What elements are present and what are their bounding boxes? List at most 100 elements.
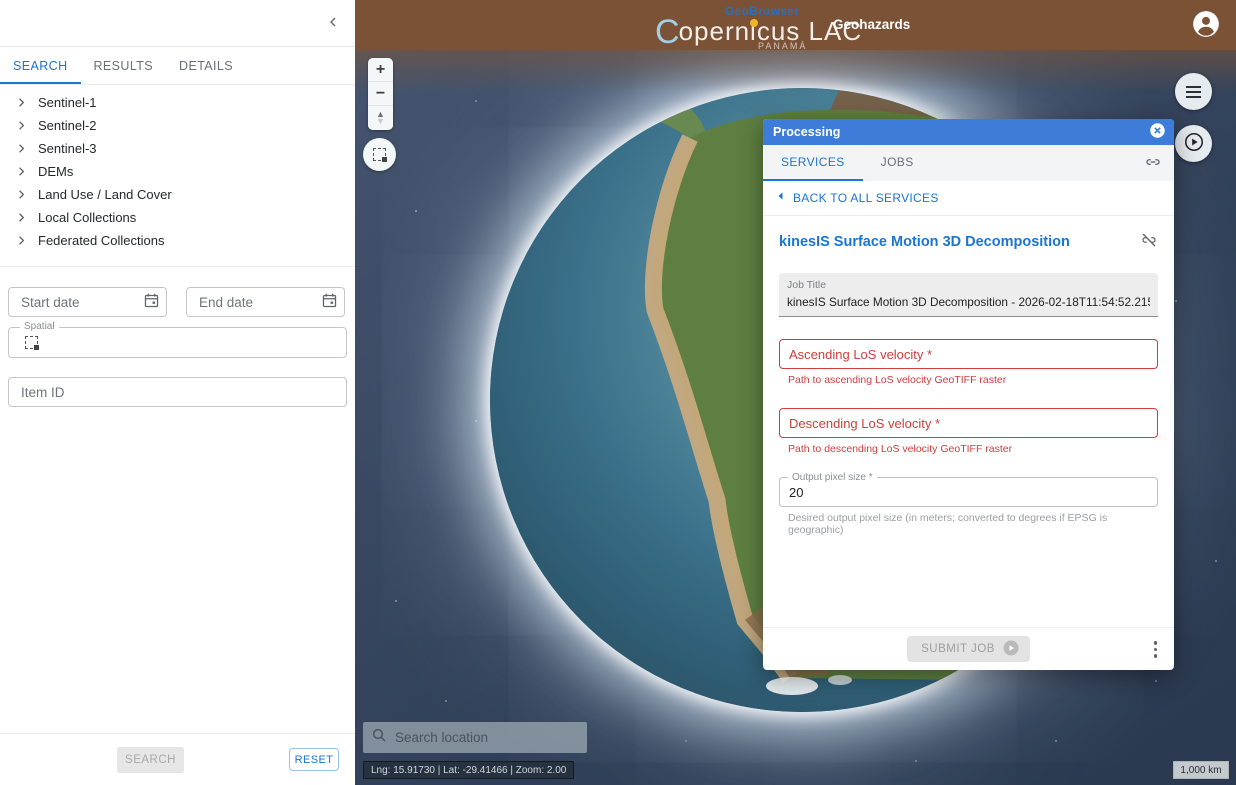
chevron-right-icon (13, 118, 29, 134)
tab-details[interactable]: DETAILS (166, 49, 246, 84)
spatial-label: Spatial (20, 321, 59, 332)
tab-results[interactable]: RESULTS (81, 49, 167, 84)
close-icon (1149, 122, 1166, 142)
chevron-right-icon (13, 233, 29, 249)
submit-job-button[interactable]: SUBMIT JOB (907, 636, 1030, 662)
collection-land-use[interactable]: Land Use / Land Cover (0, 183, 355, 206)
chevron-left-icon (325, 14, 341, 33)
ascending-los-label: Ascending LoS velocity * (789, 347, 932, 362)
submit-job-label: SUBMIT JOB (921, 643, 995, 655)
collection-federated[interactable]: Federated Collections (0, 229, 355, 252)
map-scale: 1,000 km (1173, 761, 1229, 779)
start-date-field (8, 287, 167, 317)
collection-label: Sentinel-3 (38, 141, 97, 156)
collection-label: Local Collections (38, 210, 136, 225)
coordinates-readout: Lng: 15.91730 | Lat: -29.41466 | Zoom: 2… (363, 761, 574, 779)
output-pixel-size-label: Output pixel size * (788, 472, 877, 483)
descending-los-field-block: Descending LoS velocity * Path to descen… (779, 408, 1158, 455)
zoom-out-button[interactable]: − (368, 82, 393, 106)
dialog-tabs: SERVICES JOBS (763, 145, 1174, 181)
spatial-box (8, 327, 347, 358)
descending-los-input[interactable]: Descending LoS velocity * (779, 408, 1158, 438)
satellite-dot-icon (750, 19, 758, 27)
start-date-input[interactable] (21, 295, 143, 310)
reset-button[interactable]: RESET (289, 748, 339, 771)
more-options-button[interactable] (1151, 638, 1161, 661)
zoom-in-button[interactable]: + (368, 58, 393, 82)
job-title-value: kinesIS Surface Motion 3D Decomposition … (787, 295, 1150, 309)
panama-label: PANAMÁ (758, 41, 807, 51)
dialog-title: Processing (773, 125, 1149, 139)
descending-los-label: Descending LoS velocity * (789, 416, 940, 431)
account-icon (1192, 10, 1220, 41)
tab-jobs[interactable]: JOBS (863, 145, 932, 181)
collapse-sidebar-button[interactable] (325, 14, 341, 33)
tab-services[interactable]: SERVICES (763, 145, 863, 181)
tab-search[interactable]: SEARCH (0, 49, 81, 84)
copy-link-button[interactable] (1144, 145, 1162, 181)
collection-label: Land Use / Land Cover (38, 187, 172, 202)
back-to-services-link[interactable]: BACK TO ALL SERVICES (763, 181, 1174, 216)
end-date-calendar-button[interactable] (321, 292, 338, 312)
collection-sentinel-1[interactable]: Sentinel-1 (0, 91, 355, 114)
output-pixel-size-field: Output pixel size * (779, 477, 1158, 507)
calendar-icon (143, 292, 160, 312)
header-fade (355, 50, 1236, 92)
collection-label: Sentinel-2 (38, 118, 97, 133)
chevron-right-icon (13, 210, 29, 226)
job-title-label: Job Title (787, 279, 1150, 291)
link-icon (1144, 153, 1162, 174)
collection-label: DEMs (38, 164, 73, 179)
output-pixel-size-input[interactable] (789, 485, 1148, 500)
geobrowser-app: SEARCH RESULTS DETAILS Sentinel-1 Sentin… (0, 0, 1236, 785)
top-bar: GeoBrowser Copernicus LAC PANAMÁ Geohaza… (355, 0, 1236, 50)
collection-dems[interactable]: DEMs (0, 160, 355, 183)
app-title: Geohazards (833, 17, 910, 32)
output-pixel-size-helper: Desired output pixel size (in meters; co… (788, 512, 1158, 536)
output-pixel-size-block: Output pixel size * Desired output pixel… (779, 477, 1158, 536)
search-button[interactable]: SEARCH (117, 747, 184, 773)
dialog-header[interactable]: Processing (763, 119, 1174, 145)
descending-los-helper: Path to descending LoS velocity GeoTIFF … (788, 443, 1158, 455)
date-filters (0, 267, 355, 317)
processing-button[interactable] (1175, 125, 1212, 162)
close-dialog-button[interactable] (1149, 122, 1166, 142)
copernicus-c: C (655, 13, 681, 51)
chevron-right-icon (13, 164, 29, 180)
account-button[interactable] (1192, 11, 1220, 39)
chevron-right-icon (13, 141, 29, 157)
collection-local[interactable]: Local Collections (0, 206, 355, 229)
spatial-filter: Spatial (8, 327, 347, 358)
sidebar-footer: SEARCH RESET (0, 733, 355, 785)
end-date-input[interactable] (199, 295, 321, 310)
dialog-footer: SUBMIT JOB (763, 627, 1174, 670)
chevron-right-icon (13, 95, 29, 111)
map-canvas[interactable]: GeoBrowser Copernicus LAC PANAMÁ Geohaza… (355, 0, 1236, 785)
back-arrow-icon (775, 189, 787, 207)
item-id-input[interactable] (8, 377, 347, 407)
sidebar-tabs: SEARCH RESULTS DETAILS (0, 47, 355, 85)
tilt-control-button[interactable]: ▲▼ (368, 106, 393, 130)
layers-menu-button[interactable] (1175, 73, 1212, 110)
job-title-field[interactable]: Job Title kinesIS Surface Motion 3D Deco… (779, 273, 1158, 317)
collection-sentinel-3[interactable]: Sentinel-3 (0, 137, 355, 160)
calendar-icon (321, 292, 338, 312)
location-search-input[interactable] (395, 730, 579, 745)
up-down-arrows-icon: ▲▼ (376, 111, 385, 125)
collection-label: Federated Collections (38, 233, 164, 248)
ascending-los-input[interactable]: Ascending LoS velocity * (779, 339, 1158, 369)
unlink-button[interactable] (1140, 231, 1158, 252)
start-date-calendar-button[interactable] (143, 292, 160, 312)
processing-dialog: Processing SERVICES JOBS (763, 119, 1174, 670)
ascending-los-helper: Path to ascending LoS velocity GeoTIFF r… (788, 374, 1158, 386)
link-off-icon (1140, 231, 1158, 252)
collection-list: Sentinel-1 Sentinel-2 Sentinel-3 DEMs La… (0, 85, 355, 260)
draw-extent-button[interactable] (363, 138, 396, 171)
draw-extent-icon[interactable] (25, 336, 38, 349)
collection-sentinel-2[interactable]: Sentinel-2 (0, 114, 355, 137)
location-search-box (363, 722, 587, 753)
sidebar-header (0, 0, 355, 47)
service-title: kinesIS Surface Motion 3D Decomposition (779, 234, 1140, 250)
draw-extent-icon (373, 148, 386, 161)
play-circle-icon (1183, 131, 1205, 156)
